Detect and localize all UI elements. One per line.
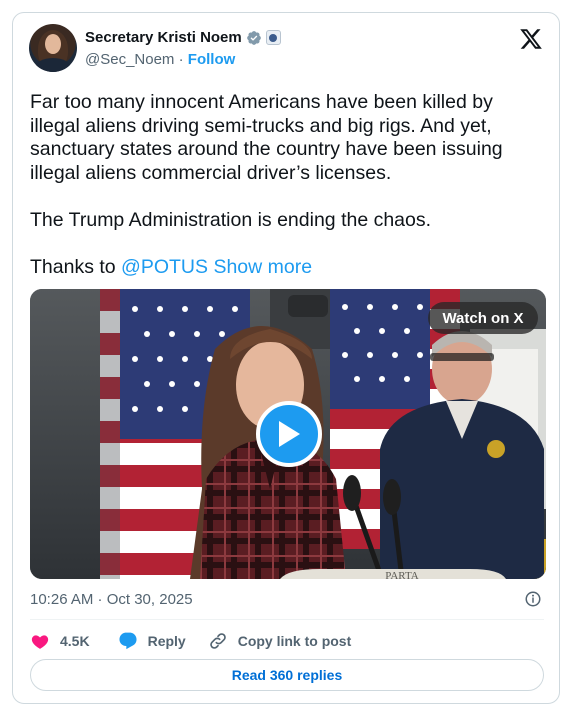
- video-player[interactable]: PARTA Watch on X: [30, 289, 546, 579]
- reply-button[interactable]: Reply: [118, 631, 186, 651]
- avatar-face: [45, 34, 61, 54]
- government-seal-icon: [265, 30, 281, 45]
- verified-badge-icon: [246, 30, 261, 45]
- like-count: 4.5K: [60, 633, 90, 649]
- tweet-timestamp[interactable]: 10:26 AM · Oct 30, 2025: [30, 591, 193, 608]
- follow-button[interactable]: Follow: [188, 51, 236, 68]
- handle-row: @Sec_Noem · Follow: [85, 51, 235, 68]
- author-name[interactable]: Secretary Kristi Noem: [85, 29, 242, 46]
- handle-separator: ·: [178, 51, 184, 68]
- x-logo-icon[interactable]: [519, 27, 543, 51]
- tweet-actions: 4.5K Reply Copy link to post: [30, 629, 351, 653]
- tweet-paragraph-1: Far too many innocent Americans have bee…: [30, 91, 503, 184]
- tweet-paragraph-3: Thanks to @POTUS Show more: [30, 256, 540, 280]
- avatar-body: [35, 58, 71, 72]
- thanks-text: Thanks to: [30, 255, 122, 278]
- play-button[interactable]: [256, 401, 322, 467]
- podium-seal-text: PARTA: [385, 570, 419, 579]
- embedded-tweet-card[interactable]: Secretary Kristi Noem @Sec_Noem · Follow…: [12, 12, 560, 704]
- author-name-row: Secretary Kristi Noem: [85, 29, 281, 46]
- watch-on-x-button[interactable]: Watch on X: [428, 302, 538, 334]
- info-icon[interactable]: [524, 590, 542, 608]
- like-button[interactable]: 4.5K: [30, 631, 90, 651]
- tweet-text: Far too many innocent Americans have bee…: [30, 91, 540, 279]
- tweet-paragraph-2: The Trump Administration is ending the c…: [30, 208, 432, 231]
- heart-icon: [31, 635, 49, 649]
- divider: [30, 619, 544, 620]
- read-replies-button[interactable]: Read 360 replies: [30, 659, 544, 691]
- avatar[interactable]: [29, 24, 77, 72]
- link-icon: [209, 633, 226, 649]
- seal-emblem: [269, 33, 278, 42]
- play-icon: [279, 421, 300, 447]
- author-handle[interactable]: @Sec_Noem: [85, 51, 174, 68]
- reply-label: Reply: [147, 633, 186, 649]
- mention-link[interactable]: @POTUS: [121, 256, 208, 278]
- reply-icon: [119, 632, 137, 650]
- copy-link-label: Copy link to post: [237, 633, 352, 649]
- copy-link-button[interactable]: Copy link to post: [208, 631, 352, 651]
- show-more-link[interactable]: Show more: [213, 256, 312, 278]
